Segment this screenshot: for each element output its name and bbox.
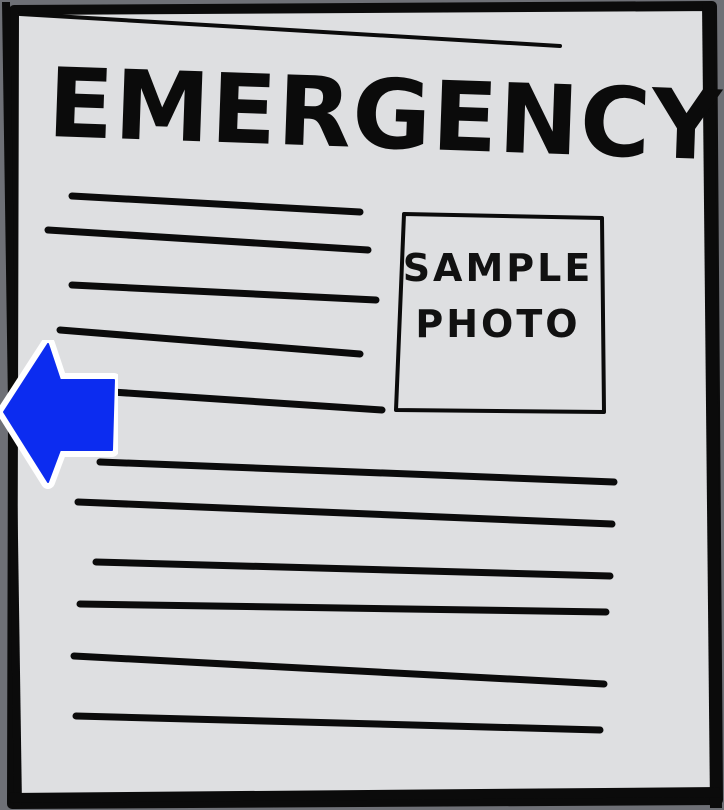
sketch-canvas: EMERGENCY H2O SAMPLE PHOTO xyxy=(0,0,724,810)
arrow-left-icon xyxy=(0,340,118,489)
page-edge-stroke xyxy=(9,787,721,803)
back-arrow-button[interactable] xyxy=(0,340,118,490)
photo-placeholder-label-line: PHOTO xyxy=(415,302,581,346)
photo-placeholder-label: SAMPLE PHOTO xyxy=(398,240,598,352)
document-title: EMERGENCY H2O xyxy=(46,47,724,192)
photo-placeholder-label-line: SAMPLE xyxy=(402,246,594,290)
